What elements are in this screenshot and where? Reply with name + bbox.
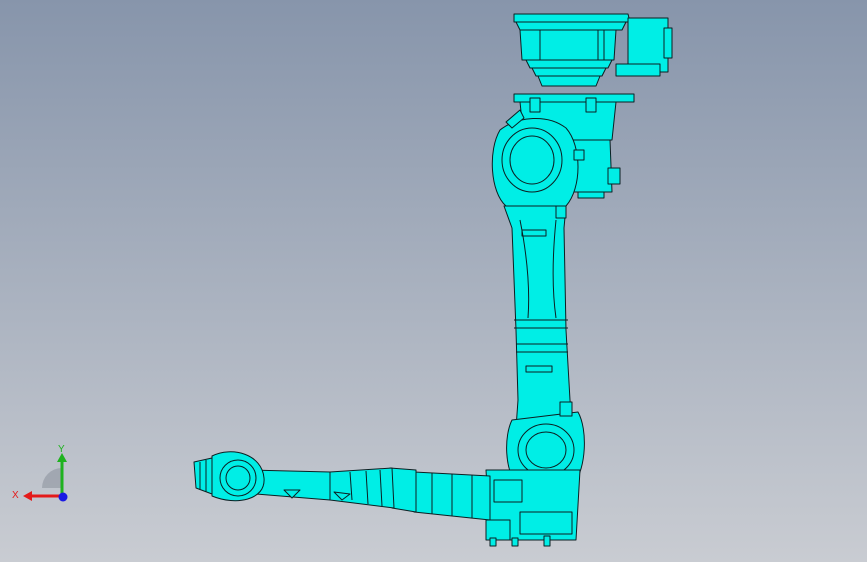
x-axis-arrow-icon (23, 491, 32, 501)
forearm-foot (489, 537, 497, 547)
base-top-plate (513, 13, 631, 23)
forearm-motor-1 (493, 479, 523, 503)
base-drum (519, 29, 617, 61)
triad-plane-icon (42, 468, 62, 488)
tool-flange (193, 457, 213, 495)
base-ring-1 (525, 59, 613, 69)
base-motor-cap (663, 27, 673, 59)
coordinate-triad: Y X (10, 440, 80, 510)
forearm-motor-2 (519, 511, 573, 535)
x-axis-label: X (12, 490, 19, 501)
base-ring-3 (537, 75, 601, 87)
base-motor-mount (615, 63, 661, 77)
forearm-fins (329, 467, 395, 509)
upper-arm-link (503, 205, 573, 429)
forearm-foot (543, 535, 551, 547)
shoulder-bolt (573, 149, 585, 161)
shoulder-joint-cover (501, 127, 563, 193)
shoulder-motor-cap (607, 167, 621, 185)
robot-arm-model[interactable] (0, 0, 867, 562)
wrist-joint-cover (219, 459, 257, 497)
y-axis-label: Y (58, 444, 65, 455)
base-top-ring (515, 21, 627, 31)
upper-arm-slot (521, 229, 547, 237)
forearm-motor-3 (485, 519, 511, 541)
shoulder-motor-base (577, 191, 605, 199)
base-ring-2 (531, 67, 607, 77)
elbow-lug (559, 401, 573, 417)
forearm-foot (511, 537, 519, 547)
cad-viewport[interactable]: Y X (0, 0, 867, 562)
waist-bracket (529, 97, 541, 113)
upper-arm-slot (525, 365, 553, 373)
waist-bracket (585, 97, 597, 113)
upper-arm-lug (555, 205, 567, 219)
robot-arm-geometry[interactable] (193, 13, 673, 547)
z-axis-dot-icon (58, 492, 68, 502)
